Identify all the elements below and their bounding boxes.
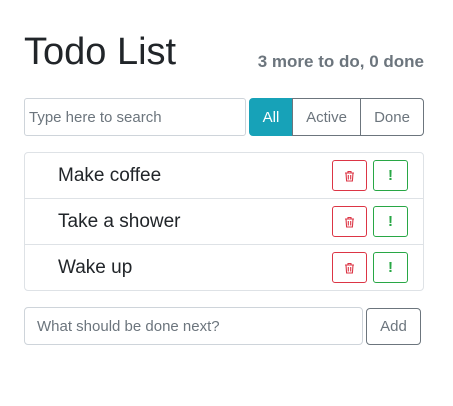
delete-button[interactable] bbox=[332, 160, 367, 191]
todo-list: Make coffee ! Take a shower ! Wake up ! bbox=[24, 152, 424, 291]
filter-all-button[interactable]: All bbox=[249, 98, 293, 136]
search-input[interactable] bbox=[24, 98, 246, 136]
trash-icon bbox=[344, 216, 355, 228]
trash-icon bbox=[344, 170, 355, 182]
add-button[interactable]: Add bbox=[366, 308, 421, 345]
exclamation-icon: ! bbox=[388, 213, 393, 230]
todo-item: Take a shower ! bbox=[25, 198, 423, 244]
todo-count-summary: 3 more to do, 0 done bbox=[257, 52, 424, 71]
delete-button[interactable] bbox=[332, 206, 367, 237]
filter-active-button[interactable]: Active bbox=[292, 98, 361, 136]
trash-icon bbox=[344, 262, 355, 274]
todo-label[interactable]: Wake up bbox=[58, 245, 132, 291]
todo-label[interactable]: Take a shower bbox=[58, 199, 181, 245]
delete-button[interactable] bbox=[332, 252, 367, 283]
todo-item: Wake up ! bbox=[25, 244, 423, 290]
mark-important-button[interactable]: ! bbox=[373, 206, 408, 237]
search-panel: All Active Done bbox=[24, 98, 424, 136]
exclamation-icon: ! bbox=[388, 167, 393, 184]
mark-important-button[interactable]: ! bbox=[373, 160, 408, 191]
filter-done-button[interactable]: Done bbox=[360, 98, 424, 136]
todo-item: Make coffee ! bbox=[25, 153, 423, 198]
page-title: Todo List bbox=[24, 31, 177, 73]
status-filter: All Active Done bbox=[249, 98, 424, 136]
add-item-form: Add bbox=[24, 307, 424, 345]
mark-important-button[interactable]: ! bbox=[373, 252, 408, 283]
app-header: Todo List 3 more to do, 0 done bbox=[24, 28, 424, 76]
new-todo-input[interactable] bbox=[24, 307, 363, 345]
todo-label[interactable]: Make coffee bbox=[58, 153, 161, 198]
exclamation-icon: ! bbox=[388, 259, 393, 276]
